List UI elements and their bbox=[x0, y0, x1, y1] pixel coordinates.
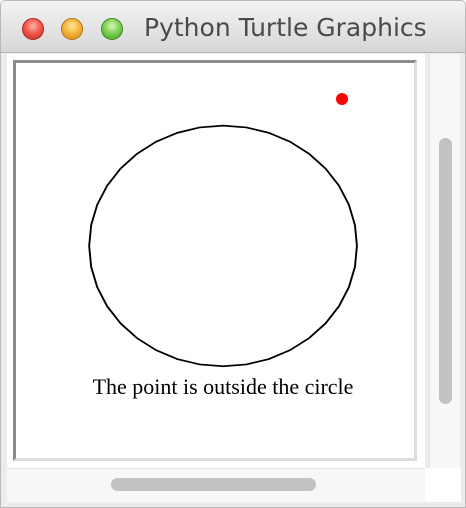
title-bar[interactable]: Python Turtle Graphics bbox=[1, 1, 465, 53]
zoom-icon[interactable] bbox=[101, 18, 123, 40]
minimize-icon[interactable] bbox=[61, 18, 83, 40]
vertical-scrollbar[interactable] bbox=[429, 54, 460, 468]
result-message: The point is outside the circle bbox=[93, 374, 354, 399]
canvas-viewport: The point is outside the circle bbox=[7, 54, 425, 468]
turtle-drawing: The point is outside the circle bbox=[88, 93, 358, 399]
window-title: Python Turtle Graphics bbox=[144, 13, 427, 42]
close-icon[interactable] bbox=[22, 18, 44, 40]
turtle-window: Python Turtle Graphics The point is outs… bbox=[0, 0, 466, 508]
circle-outline bbox=[88, 124, 358, 368]
horizontal-scroll-thumb[interactable] bbox=[111, 478, 316, 491]
horizontal-scrollbar[interactable] bbox=[7, 468, 425, 502]
point-marker bbox=[336, 93, 348, 105]
vertical-scroll-thumb[interactable] bbox=[439, 138, 452, 404]
scroll-corner bbox=[425, 468, 461, 502]
turtle-canvas: The point is outside the circle bbox=[13, 60, 417, 461]
